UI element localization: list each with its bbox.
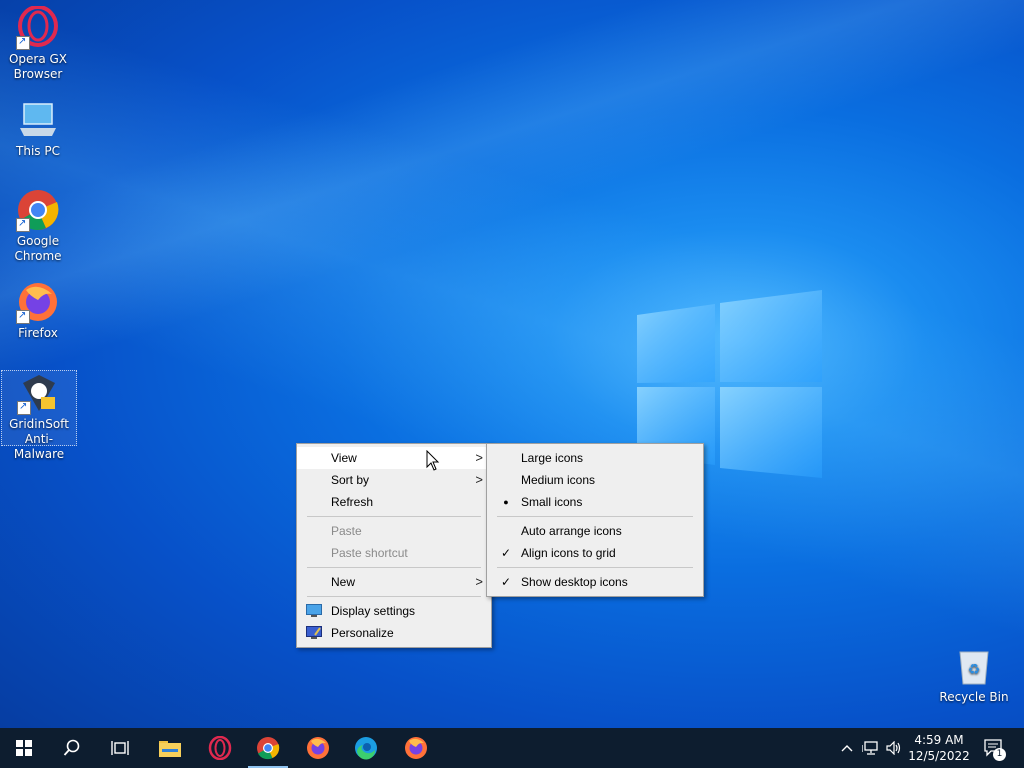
taskbar-opera[interactable]: [196, 728, 244, 768]
menu-separator: [307, 567, 481, 568]
icon-label: Browser: [13, 67, 63, 81]
search-icon: [63, 739, 80, 756]
chevron-right-icon: >: [475, 472, 483, 487]
gridinsoft-icon: [17, 371, 61, 415]
icon-label: Google: [16, 234, 60, 248]
firefox-icon: [307, 737, 329, 759]
windows-start-icon: [16, 740, 32, 756]
menu-item-show-desktop-icons[interactable]: ✓ Show desktop icons: [487, 571, 703, 593]
chevron-up-icon: [841, 745, 853, 752]
view-submenu: Large icons Medium icons ● Small icons A…: [486, 443, 704, 597]
firefox-icon: [405, 737, 427, 759]
speaker-icon: [886, 741, 901, 755]
network-icon: [862, 741, 878, 755]
desktop-icon-recycle-bin[interactable]: ♻ Recycle Bin: [936, 644, 1012, 705]
menu-item-large-icons[interactable]: Large icons: [487, 447, 703, 469]
icon-label: Firefox: [18, 326, 58, 340]
icon-label: Chrome: [14, 249, 62, 263]
start-button[interactable]: [0, 728, 48, 768]
menu-item-label: View: [331, 451, 357, 465]
firefox-icon: [16, 280, 60, 324]
opera-icon: [208, 736, 232, 760]
menu-item-label: Display settings: [331, 604, 416, 618]
wallpaper-beam: [0, 0, 1024, 728]
windows-wallpaper-logo: [637, 290, 822, 478]
svg-text:♻: ♻: [968, 662, 981, 678]
icon-label: Recycle Bin: [939, 690, 1009, 704]
show-hidden-icons-button[interactable]: [838, 728, 856, 768]
notification-count-badge: 1: [993, 748, 1006, 761]
menu-item-auto-arrange[interactable]: Auto arrange icons: [487, 520, 703, 542]
menu-item-small-icons[interactable]: ● Small icons: [487, 491, 703, 513]
file-explorer-icon: [159, 741, 181, 757]
icon-label: Anti-Malware: [13, 432, 65, 461]
desktop-icon-opera-gx[interactable]: Opera GX Browser: [0, 5, 76, 82]
icon-label: GridinSoft: [9, 417, 69, 431]
menu-item-label: Refresh: [331, 495, 374, 509]
edge-icon: [355, 737, 377, 760]
menu-item-label: Align icons to grid: [521, 546, 616, 560]
menu-item-align-to-grid[interactable]: ✓ Align icons to grid: [487, 542, 703, 564]
chevron-right-icon: >: [475, 574, 483, 589]
display-settings-icon: [306, 604, 322, 617]
taskbar-file-explorer[interactable]: [146, 728, 194, 768]
menu-item-label: Paste: [331, 524, 362, 538]
menu-item-label: Auto arrange icons: [521, 524, 622, 538]
menu-separator: [497, 516, 693, 517]
desktop-icon-firefox[interactable]: Firefox: [0, 280, 76, 341]
menu-item-label: Small icons: [521, 495, 583, 509]
desktop-icon-gridinsoft[interactable]: GridinSoft Anti-Malware: [1, 370, 77, 461]
menu-item-label: Medium icons: [521, 473, 596, 487]
menu-item-label: Large icons: [521, 451, 584, 465]
mouse-cursor-icon: [426, 450, 440, 471]
desktop-icon-this-pc[interactable]: This PC: [0, 98, 76, 159]
checkmark-icon: ✓: [500, 546, 512, 560]
menu-item-view[interactable]: View >: [297, 447, 491, 469]
menu-separator: [307, 516, 481, 517]
opera-gx-icon: [16, 5, 60, 50]
menu-item-personalize[interactable]: Personalize: [297, 622, 491, 644]
selected-bullet-icon: ●: [503, 497, 509, 507]
task-view-icon: [111, 741, 129, 755]
desktop-context-menu: View > Sort by > Refresh Paste Paste sho…: [296, 443, 492, 648]
clock-date: 12/5/2022: [908, 749, 970, 763]
chevron-right-icon: >: [475, 450, 483, 465]
menu-item-label: Personalize: [331, 626, 394, 640]
menu-item-paste[interactable]: Paste: [297, 520, 491, 542]
network-button[interactable]: [860, 728, 882, 768]
taskbar-firefox-2[interactable]: [392, 728, 440, 768]
this-pc-icon: [16, 98, 60, 142]
menu-item-medium-icons[interactable]: Medium icons: [487, 469, 703, 491]
taskbar-chrome[interactable]: [244, 728, 292, 768]
menu-item-new[interactable]: New >: [297, 571, 491, 593]
taskbar-edge[interactable]: [342, 728, 390, 768]
checkmark-icon: ✓: [500, 575, 512, 589]
desktop-icon-google-chrome[interactable]: Google Chrome: [0, 188, 76, 264]
icon-label: Opera GX: [8, 52, 68, 66]
icon-label: This PC: [16, 144, 60, 158]
menu-separator: [497, 567, 693, 568]
menu-item-label: Paste shortcut: [331, 546, 408, 560]
wallpaper-beam: [0, 0, 1024, 728]
menu-item-paste-shortcut[interactable]: Paste shortcut: [297, 542, 491, 564]
search-button[interactable]: [48, 728, 96, 768]
menu-item-refresh[interactable]: Refresh: [297, 491, 491, 513]
chrome-icon: [257, 737, 280, 760]
menu-item-sort-by[interactable]: Sort by >: [297, 469, 491, 491]
recycle-bin-icon: ♻: [952, 644, 996, 688]
menu-item-display-settings[interactable]: Display settings: [297, 600, 491, 622]
personalize-icon: [306, 626, 322, 639]
menu-item-label: Sort by: [331, 473, 370, 487]
volume-button[interactable]: [884, 728, 904, 768]
taskbar-firefox[interactable]: [294, 728, 342, 768]
task-view-button[interactable]: [96, 728, 144, 768]
notification-center-button[interactable]: 1: [980, 728, 1008, 768]
menu-item-label: New: [331, 575, 356, 589]
menu-item-label: Show desktop icons: [521, 575, 628, 589]
chrome-icon: [16, 188, 60, 232]
menu-separator: [307, 596, 481, 597]
taskbar-clock[interactable]: 4:59 AM 12/5/2022: [906, 728, 972, 768]
clock-time: 4:59 AM: [914, 733, 964, 747]
